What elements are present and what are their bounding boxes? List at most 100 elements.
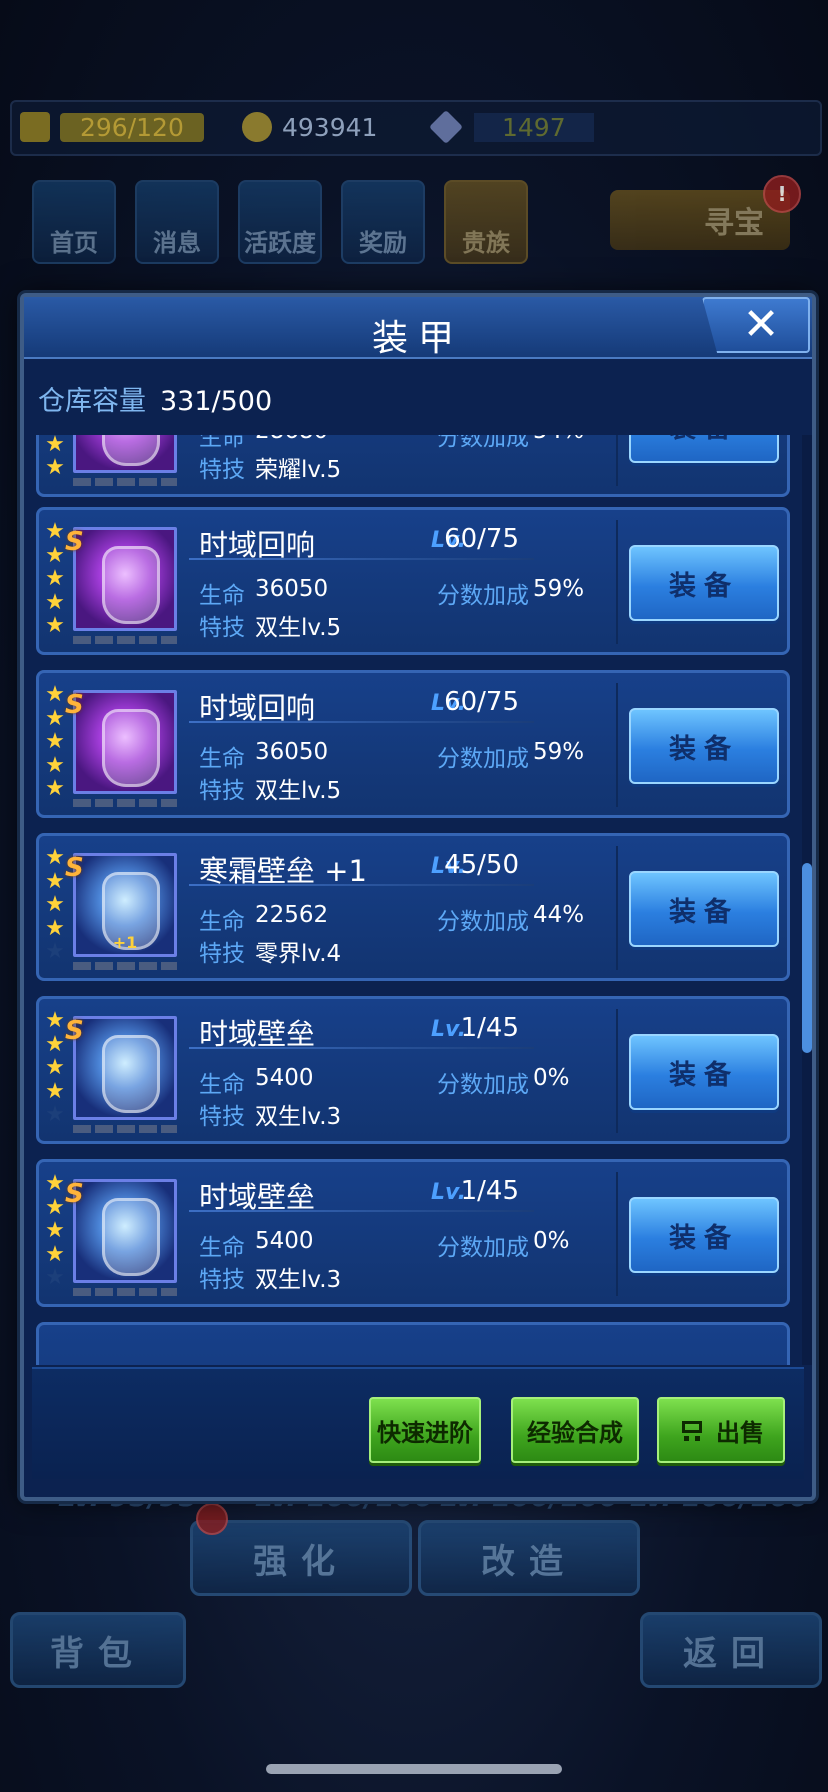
sell-label: 出售 — [716, 1418, 764, 1447]
star-rating: ★ ★ ★ ★ ★ — [43, 846, 67, 964]
bonus-value: 44% — [533, 902, 585, 928]
star-icon: ★ — [45, 682, 65, 707]
equip-button[interactable]: 装备 — [629, 435, 779, 463]
armor-item-row[interactable]: ★ ★ ★ ★ ★ +1 S 寒霜壁垒 +1 Lv. 45/50 生命 22562 分数加成 44% 特技零… — [36, 833, 790, 981]
hp-label: 生命 — [199, 1072, 245, 1098]
star-icon: ★ — [45, 915, 65, 941]
armor-icon[interactable] — [73, 1016, 177, 1120]
hp-value: 36050 — [255, 576, 329, 602]
star-icon: ★ — [45, 1265, 65, 1290]
armor-item-row[interactable]: ★ ★ ★ ★ ★ S 时域回响 Lv. 60/75 生命 36050 分数加成 59% 特技 双生lv.5… — [36, 507, 790, 655]
star-icon: ★ — [45, 1008, 65, 1033]
home-indicator[interactable] — [266, 1764, 562, 1774]
star-icon: ★ — [45, 1055, 65, 1080]
rank-badge: S — [65, 527, 84, 557]
equip-button[interactable]: 装备 — [629, 1197, 779, 1273]
bonus-label: 分数加成 — [437, 435, 529, 451]
hp-value: 36050 — [255, 739, 329, 765]
bonus-value: 59% — [533, 576, 585, 602]
armor-icon[interactable] — [73, 435, 177, 473]
modal-header: 装甲 ✕ — [24, 297, 812, 359]
level-value: 1/45 — [460, 1176, 519, 1206]
sell-button[interactable]: 出售 — [657, 1397, 785, 1463]
star-rating: ★ ★ ★ ★ ★ — [43, 520, 67, 638]
capacity-label: 仓库容量 — [38, 386, 146, 417]
nav-activity-button[interactable]: 活跃度 — [238, 180, 322, 264]
hp-label: 生命 — [199, 746, 245, 772]
row-divider — [616, 683, 618, 807]
star-icon: ★ — [45, 729, 65, 754]
gem-resource[interactable]: 1497 — [429, 110, 594, 144]
armor-item-row[interactable] — [36, 1322, 790, 1365]
bag-button[interactable]: 背包 — [10, 1612, 186, 1688]
skill-label: 特技 — [199, 941, 245, 967]
skill-value: 双生lv.3 — [255, 1267, 342, 1293]
level-value: 1/45 — [460, 1013, 519, 1043]
armor-icon[interactable] — [73, 690, 177, 794]
star-icon: ★ — [45, 1241, 65, 1267]
gold-resource[interactable]: 493941 — [242, 112, 377, 142]
modify-button[interactable]: 改造 — [418, 1520, 640, 1596]
armor-modal: 装甲 ✕ 仓库容量331/500 ★★★生命28680分数加成54%特技荣耀lv… — [20, 293, 816, 1501]
equip-button[interactable]: 装备 — [629, 708, 779, 784]
socket-slots — [73, 962, 177, 970]
armor-item-row[interactable]: ★★★生命28680分数加成54%特技荣耀lv.5装备 — [36, 435, 790, 497]
equip-button[interactable]: 装备 — [629, 871, 779, 947]
scrollbar-thumb[interactable] — [802, 863, 812, 1053]
skill-value: 荣耀lv.5 — [255, 457, 342, 483]
back-button[interactable]: 返回 — [640, 1612, 822, 1688]
exp-merge-button[interactable]: 经验合成 — [511, 1397, 639, 1463]
warehouse-capacity: 仓库容量 331/500 — [38, 379, 272, 418]
row-divider — [616, 846, 618, 970]
name-underline — [189, 884, 534, 886]
hp-label: 生命 — [199, 583, 245, 609]
star-icon: ★ — [45, 752, 65, 778]
bonus-value: 0% — [533, 1228, 570, 1254]
armor-list[interactable]: ★★★生命28680分数加成54%特技荣耀lv.5装备★★★★★S时域回响Lv.… — [36, 435, 796, 1365]
modal-title: 装甲 — [371, 318, 464, 359]
armor-shape — [102, 1198, 160, 1276]
socket-slots — [73, 1288, 177, 1296]
armor-icon[interactable]: +1 — [73, 853, 177, 957]
equip-button[interactable]: 装备 — [629, 1034, 779, 1110]
quick-advance-button[interactable]: 快速进阶 — [369, 1397, 481, 1463]
star-icon: ★ — [45, 892, 65, 917]
capacity-value: 331/500 — [160, 386, 273, 417]
star-icon: ★ — [45, 566, 65, 591]
armor-item-row[interactable]: ★ ★ ★ ★ ★ S 时域回响 Lv. 60/75 生命 36050 分数加成 59% 特技 双生lv.5… — [36, 670, 790, 818]
name-underline — [189, 721, 534, 723]
nav-noble-button[interactable]: 贵族 — [444, 180, 528, 264]
bonus-label: 分数加成 — [437, 746, 529, 772]
equip-button[interactable]: 装备 — [629, 545, 779, 621]
armor-shape — [102, 1035, 160, 1113]
bonus-value: 59% — [533, 739, 585, 765]
nav-messages-button[interactable]: 消息 — [135, 180, 219, 264]
armor-icon[interactable] — [73, 1179, 177, 1283]
star-icon: ★ — [45, 1218, 65, 1243]
armor-item-row[interactable]: ★ ★ ★ ★ ★ S 时域壁垒 Lv. 1/45 生命 5400 分数加成 0% 特技 双生lv.3 装备 — [36, 1159, 790, 1307]
armor-icon[interactable] — [73, 527, 177, 631]
row-divider — [616, 1009, 618, 1133]
socket-slots — [73, 1125, 177, 1133]
skill-label: 特技 — [199, 615, 245, 641]
treasure-alert-badge: ! — [763, 175, 801, 213]
bonus-value: 0% — [533, 1065, 570, 1091]
skill-value: 双生lv.5 — [255, 778, 342, 804]
name-underline — [189, 1210, 534, 1212]
strengthen-button[interactable]: 强化 — [190, 1520, 412, 1596]
hp-value: 5400 — [255, 1065, 314, 1091]
nav-rewards-button[interactable]: 奖励 — [341, 180, 425, 264]
energy-resource[interactable]: 296/120 — [20, 112, 204, 142]
skill-value: 双生lv.5 — [255, 615, 342, 641]
socket-slots — [73, 799, 177, 807]
close-button[interactable]: ✕ — [702, 297, 810, 353]
name-underline — [189, 558, 534, 560]
armor-item-row[interactable]: ★ ★ ★ ★ ★ S 时域壁垒 Lv. 1/45 生命 5400 分数加成 0% 特技 双生lv.3 装备 — [36, 996, 790, 1144]
name-underline — [189, 1047, 534, 1049]
rank-badge: S — [65, 1016, 84, 1046]
strengthen-alert-dot — [196, 1503, 228, 1535]
socket-slots — [73, 636, 177, 644]
star-rating: ★ ★ ★ ★ ★ — [43, 1172, 67, 1290]
nav-home-button[interactable]: 首页 — [32, 180, 116, 264]
star-icon: ★ — [45, 1102, 65, 1127]
